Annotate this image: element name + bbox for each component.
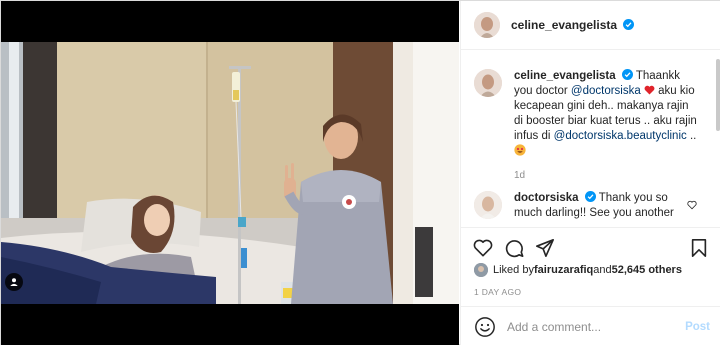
heart-icon [473,239,493,257]
comment-item: doctorsiska Thank you so much darling!! … [474,191,684,221]
post-button[interactable]: Post [685,321,710,333]
post-photo[interactable] [1,42,459,304]
likes-summary[interactable]: Liked by fairuzarafiq and 52,645 others [474,263,682,277]
caption-body-3: .. [686,130,697,142]
post-media[interactable] [1,1,459,345]
share-button[interactable] [534,237,556,259]
smile-emoji [514,144,526,156]
add-comment-bar: Post [461,306,720,345]
likes-prefix: Liked by [493,264,534,276]
author-username[interactable]: celine_evangelista [511,18,635,32]
comment-button[interactable] [503,237,525,259]
add-comment-input[interactable] [507,319,677,334]
comment-icon [505,240,524,258]
save-icon [691,239,707,257]
heart-emoji [644,85,655,95]
caption-avatar[interactable] [474,69,502,97]
caption-time[interactable]: 1d [514,168,700,183]
save-button[interactable] [688,237,710,259]
user-tag-icon[interactable] [5,273,23,291]
likes-count[interactable]: 52,645 others [612,264,682,276]
post-dialog: celine_evangelista celine_evangelista Th… [0,0,720,345]
verified-badge-icon [584,191,596,202]
author-username-text[interactable]: celine_evangelista [511,18,617,32]
commenter-username[interactable]: doctorsiska [514,192,579,204]
post-header: celine_evangelista [461,1,720,50]
post-timestamp[interactable]: 1 DAY AGO [474,287,521,297]
author-avatar[interactable] [474,12,500,38]
verified-badge-icon [623,19,635,30]
emoji-icon[interactable] [474,316,496,338]
likes-middle: and [593,264,612,276]
comments-list[interactable]: celine_evangelista Thaankk you doctor @d… [461,51,720,227]
comment-text: doctorsiska Thank you so much darling!! … [514,191,684,221]
verified-badge-icon [621,69,633,80]
caption-username[interactable]: celine_evangelista [514,70,616,82]
post-side-panel: celine_evangelista celine_evangelista Th… [460,1,720,345]
comments-scrollbar[interactable] [716,59,720,131]
mention-link[interactable]: @doctorsiska.beautyclinic [554,130,687,142]
share-icon [536,239,554,257]
caption-comment: celine_evangelista Thaankk you doctor @d… [474,69,700,183]
like-button[interactable] [472,237,494,259]
mention-link[interactable]: @doctorsiska [571,85,641,97]
commenter-avatar[interactable] [474,191,502,219]
action-bar [461,227,720,265]
caption-text: celine_evangelista Thaankk you doctor @d… [514,69,700,183]
liker-avatar [474,263,488,277]
comment-like-heart-icon[interactable] [687,200,697,210]
liker-username[interactable]: fairuzarafiq [534,264,593,276]
